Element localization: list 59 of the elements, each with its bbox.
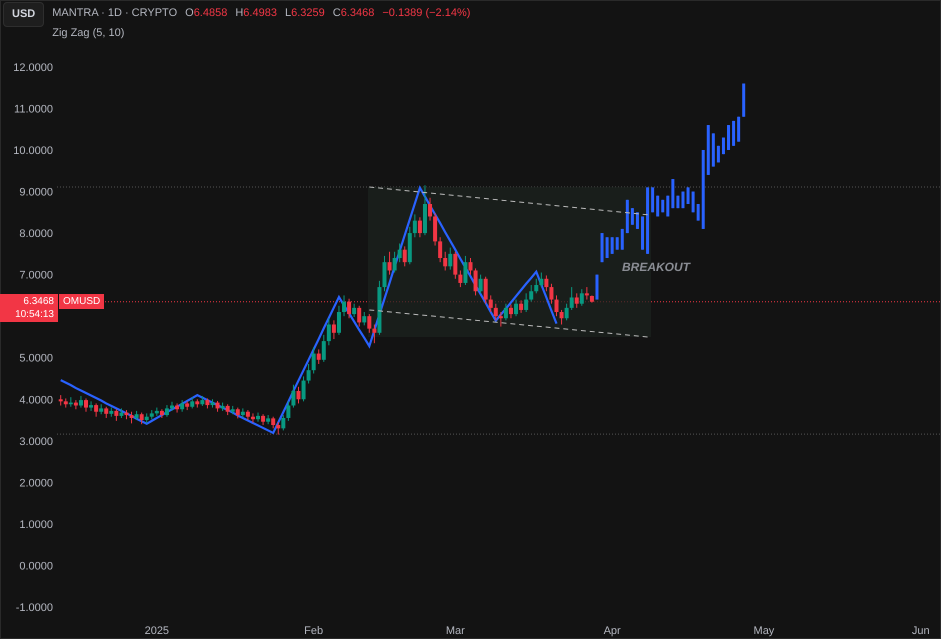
time-axis-label: Apr [604,625,621,637]
price-axis-label: 0.0000 [19,560,53,572]
price-axis-label: 1.0000 [19,518,53,531]
symbol-title: MANTRA · 1D · CRYPTO [52,6,178,21]
currency-button[interactable]: USD [3,2,44,26]
price-bar [716,145,720,163]
breakout-annotation: BREAKOUT [622,260,690,274]
ohlc-value: L6.3259 [284,6,325,21]
price-bar [636,212,639,230]
price-bar [600,232,604,263]
price-bar [606,236,609,258]
price-bar [676,195,680,209]
price-bar [610,236,614,254]
time-axis-label: Jun [912,625,930,637]
price-axis-label: 12.0000 [13,62,53,74]
price-bar [706,124,710,176]
price-axis-label: 7.0000 [19,270,53,282]
price-bar [742,83,746,118]
price-bar [626,199,629,234]
price-axis-label: 5.0000 [19,352,53,365]
ohlc-value: O6.4858 [185,6,228,21]
price-axis-label: 9.0000 [19,186,53,199]
symbol-tag: OMUSD [59,294,104,309]
time-axis-label: 2025 [144,625,170,637]
price-bar [616,236,619,250]
time-axis-label: Mar [446,625,465,637]
price-bar [727,124,730,150]
price-axis-label: 3.0000 [19,436,53,448]
price-bar [661,199,664,213]
price-bar [686,186,690,204]
price-axis-label: -1.0000 [16,602,53,614]
price-bar [666,195,670,217]
price-axis-label: 4.0000 [19,394,53,406]
time-axis-label: Feb [304,625,324,637]
ohlc-value: C6.3468 [332,6,374,21]
price-bar [651,186,654,213]
ohlc-value: H6.4983 [235,6,277,21]
price-bar [656,195,660,217]
price-bar [722,137,725,155]
price-bar [671,178,674,209]
time-axis-label: May [754,625,774,637]
last-price: 6.3468 [23,295,54,308]
price-bar [696,204,700,222]
price-axis-label: 2.0000 [19,477,53,490]
price-change: −0.1389 (−2.14%) [382,6,470,21]
price-bar [630,208,634,226]
price-bar [712,132,715,168]
price-bar [692,191,695,213]
price-bar [732,120,736,146]
price-bar [595,274,598,300]
price-bar [641,216,644,250]
price-axis-label: 10.0000 [13,144,53,157]
price-bar [646,186,650,254]
price-bar [681,191,684,209]
bar-countdown: 10:54:13 [15,308,54,321]
price-axis-label: 8.0000 [19,228,53,240]
price-bar [620,228,624,250]
price-axis-label: 11.0000 [14,103,53,116]
price-bar [737,116,740,142]
